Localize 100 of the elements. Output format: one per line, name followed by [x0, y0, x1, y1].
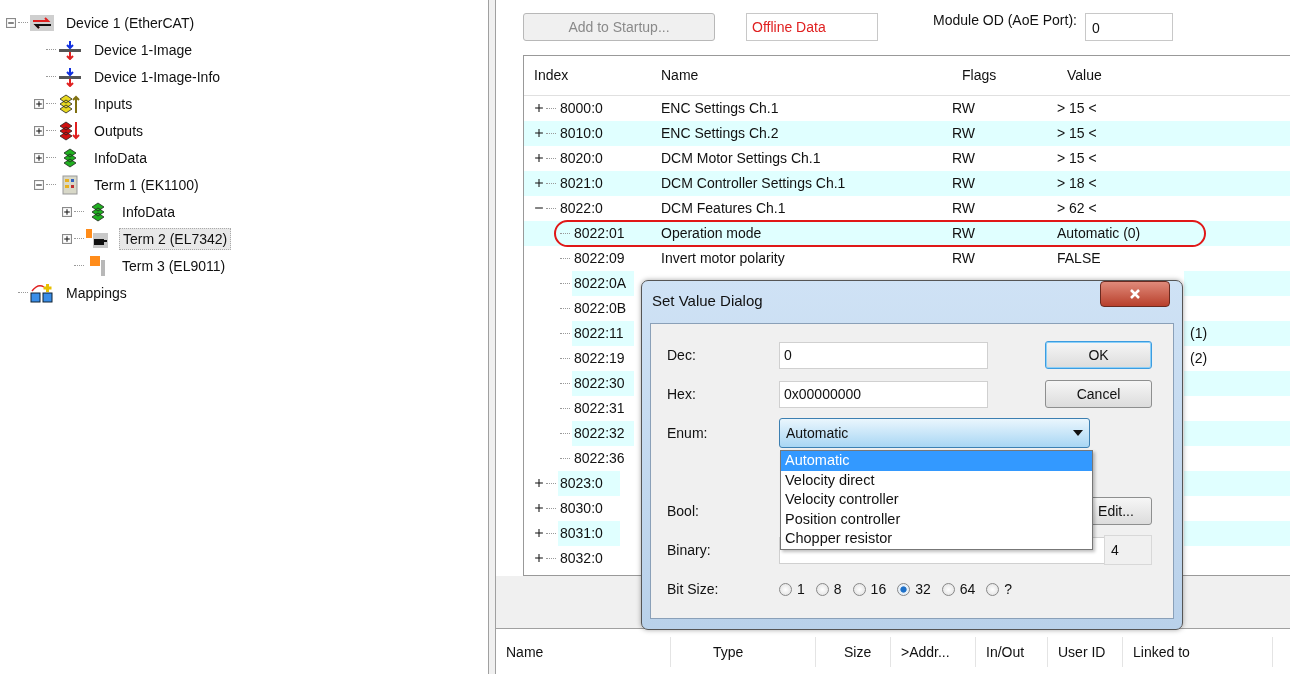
tree-item[interactable]: Mappings [63, 282, 130, 303]
bit-size-radio[interactable]: 16 [852, 581, 887, 597]
bit-size-radio[interactable]: 1 [779, 581, 805, 597]
name-cell-text: DCM Controller Settings Ch.1 [660, 174, 847, 194]
flags-cell-text: RW [952, 249, 977, 269]
value-cell-text: > 18 < [1057, 174, 1098, 194]
dropdown-option[interactable]: Chopper resistor [781, 529, 1092, 549]
expander-icon[interactable] [34, 179, 44, 190]
coupler-icon [62, 174, 78, 195]
outputs-icon [58, 120, 82, 141]
dialog-button[interactable]: Cancel [1045, 380, 1152, 408]
value-cell-text: > 15 < [1057, 124, 1098, 144]
input-field[interactable]: 0 [779, 341, 988, 369]
flags-cell-text: RW [952, 149, 977, 169]
expander-icon[interactable] [534, 553, 544, 564]
index-cell-text: 8032:0 [559, 548, 604, 568]
infodata-icon [63, 147, 77, 168]
name-cell-text: Operation mode [660, 224, 763, 244]
tree-item[interactable]: Term 2 (EL7342) [119, 227, 232, 250]
expander-icon[interactable] [534, 478, 544, 489]
flags-cell-text: RW [952, 99, 977, 119]
column-header[interactable]: Linked to [1123, 637, 1273, 668]
expander-icon[interactable] [534, 128, 544, 139]
expander-icon[interactable] [34, 152, 44, 163]
expander-icon[interactable] [6, 17, 16, 28]
index-cell: 8022:11 [572, 320, 634, 346]
tree-item[interactable]: InfoData [119, 201, 178, 222]
tree-item[interactable]: Device 1-Image [91, 39, 196, 60]
index-cell: 8023:0 [558, 470, 620, 496]
module-od-label: Module OD (AoE Port): [933, 12, 1077, 28]
index-cell: 8022:0A [572, 270, 634, 296]
bit-size-radio[interactable]: 32 [897, 581, 931, 597]
name-cell-text: DCM Features Ch.1 [660, 199, 787, 219]
index-cell-text: 8022:0B [573, 298, 628, 318]
tree-item[interactable]: Device 1-Image-Info [91, 66, 224, 87]
column-header[interactable]: Value [1057, 67, 1287, 84]
close-icon [1129, 288, 1141, 300]
tree-item[interactable]: Outputs [91, 120, 147, 141]
table-row[interactable]: 8021:0 DCM Controller Settings Ch.1 RW > 18 < [524, 170, 1290, 196]
bit-size-radio[interactable]: ? [986, 581, 1013, 597]
input-field[interactable]: 0x00000000 [779, 380, 988, 408]
flags-cell-text: RW [952, 199, 977, 219]
tree-item[interactable]: Term 1 (EK1100) [91, 174, 202, 195]
index-cell-text: 8022:31 [573, 398, 626, 418]
column-header[interactable]: In/Out [976, 637, 1048, 668]
index-cell-text: 8021:0 [559, 173, 604, 193]
device-icon [30, 12, 54, 33]
expander-icon[interactable] [62, 233, 72, 244]
table-row[interactable]: 8022:01 Operation mode RW Automatic (0) [524, 220, 1290, 246]
column-header[interactable]: Index [524, 67, 652, 84]
value-cell-text: Automatic (0) [1057, 224, 1142, 244]
close-button[interactable] [1100, 281, 1170, 307]
field-label: Bool: [667, 503, 700, 519]
table-row[interactable]: 8000:0 ENC Settings Ch.1 RW > 15 < [524, 95, 1290, 121]
flags-cell-text: RW [952, 224, 977, 244]
expander-icon[interactable] [34, 125, 44, 136]
expander-icon[interactable] [62, 206, 72, 217]
dialog-title: Set Value Dialog [652, 291, 763, 309]
table-row[interactable]: 8010:0 ENC Settings Ch.2 RW > 15 < [524, 120, 1290, 146]
column-header[interactable]: Flags [952, 67, 1057, 84]
tree-item[interactable]: Inputs [91, 93, 136, 114]
index-cell: 8031:0 [558, 520, 620, 546]
column-header[interactable]: Name [652, 67, 952, 84]
column-header[interactable]: Name [496, 637, 671, 668]
name-cell-text: ENC Settings Ch.2 [660, 124, 780, 144]
dialog-button[interactable]: OK [1045, 341, 1152, 369]
value-cell-text: > 62 < [1057, 199, 1098, 219]
dropdown-option[interactable]: Velocity direct [781, 470, 1092, 490]
bit-size-radio[interactable]: 8 [815, 581, 842, 597]
tree-item[interactable]: InfoData [91, 147, 150, 168]
field-label: Enum: [667, 425, 709, 441]
table-row[interactable]: 8020:0 DCM Motor Settings Ch.1 RW > 15 < [524, 145, 1290, 171]
value-cell: (1) [1184, 320, 1290, 346]
bit-size-radio[interactable]: 64 [941, 581, 976, 597]
field-label: Dec: [667, 347, 697, 363]
index-cell-text: 8000:0 [559, 98, 604, 118]
value-cell-text: (2) [1189, 349, 1209, 369]
index-cell-text: 8022:01 [573, 223, 626, 243]
expander-icon[interactable] [534, 528, 544, 539]
expander-icon[interactable] [534, 178, 544, 189]
module-od-field[interactable]: 0 [1084, 13, 1173, 42]
image-icon [58, 39, 82, 60]
table-row[interactable]: 8022:0 DCM Features Ch.1 RW > 62 < [524, 195, 1290, 221]
tree-item[interactable]: Term 3 (EL9011) [119, 255, 229, 276]
column-header[interactable]: User ID [1048, 637, 1123, 668]
column-header[interactable]: Size [816, 637, 891, 668]
index-cell-text: 8020:0 [559, 148, 604, 168]
tree-item[interactable]: Device 1 (EtherCAT) [63, 12, 198, 33]
expander-icon[interactable] [534, 153, 544, 164]
size-field: 4 [1104, 535, 1152, 565]
flags-cell-text: RW [952, 124, 977, 144]
field-label: Bit Size: [667, 581, 720, 597]
expander-icon[interactable] [534, 503, 544, 514]
column-header[interactable]: >Addr... [891, 637, 976, 668]
enum-dropdown[interactable]: Automatic [779, 418, 1090, 448]
column-header[interactable]: Type [671, 637, 816, 668]
expander-icon[interactable] [534, 103, 544, 114]
name-cell-text: DCM Motor Settings Ch.1 [660, 149, 822, 169]
expander-icon[interactable] [34, 98, 44, 109]
table-row[interactable]: 8022:09 Invert motor polarity RW FALSE [524, 245, 1290, 271]
